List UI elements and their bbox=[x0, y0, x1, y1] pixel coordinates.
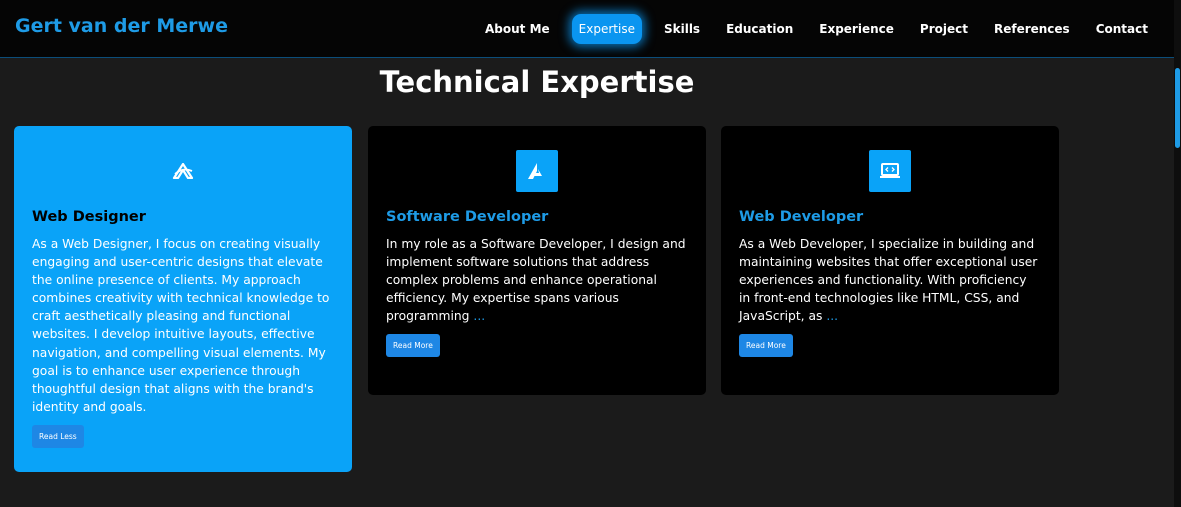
code-monitor-icon bbox=[869, 150, 911, 192]
card-ellipsis[interactable]: ... bbox=[473, 309, 485, 323]
nav-item-about-me[interactable]: About Me bbox=[475, 14, 560, 44]
nav-links: About Me Expertise Skills Education Expe… bbox=[475, 0, 1164, 57]
expertise-card-web-developer: Web Developer As a Web Developer, I spec… bbox=[721, 126, 1059, 395]
card-description: In my role as a Software Developer, I de… bbox=[386, 237, 686, 324]
read-more-button[interactable]: Read More bbox=[386, 334, 440, 358]
card-description: As a Web Designer, I focus on creating v… bbox=[32, 237, 330, 414]
nav-item-expertise[interactable]: Expertise bbox=[571, 13, 642, 44]
nav-item-skills[interactable]: Skills bbox=[654, 14, 710, 44]
web-designer-logo-icon bbox=[162, 150, 204, 192]
card-title: Web Developer bbox=[739, 209, 864, 225]
section-title: Technical Expertise bbox=[379, 65, 695, 99]
card-ellipsis[interactable]: ... bbox=[826, 309, 838, 323]
scrollbar-thumb[interactable] bbox=[1175, 68, 1180, 148]
expertise-card-software-developer: Software Developer In my role as a Softw… bbox=[368, 126, 706, 395]
card-title: Web Designer bbox=[32, 209, 146, 225]
nav-item-contact[interactable]: Contact bbox=[1086, 14, 1158, 44]
expertise-card-web-designer: Web Designer As a Web Designer, I focus … bbox=[14, 126, 352, 472]
nav-item-project[interactable]: Project bbox=[910, 14, 978, 44]
nav-item-references[interactable]: References bbox=[984, 14, 1080, 44]
page-scrollbar[interactable] bbox=[1174, 0, 1181, 507]
nav-item-experience[interactable]: Experience bbox=[809, 14, 904, 44]
software-developer-icon bbox=[516, 150, 558, 192]
card-title: Software Developer bbox=[386, 209, 549, 225]
brand-name[interactable]: Gert van der Merwe bbox=[15, 15, 228, 37]
nav-item-education[interactable]: Education bbox=[716, 14, 803, 44]
top-navbar: Gert van der Merwe About Me Expertise Sk… bbox=[0, 0, 1174, 58]
read-more-button[interactable]: Read More bbox=[739, 334, 793, 358]
card-description: As a Web Developer, I specialize in buil… bbox=[739, 237, 1038, 324]
read-less-button[interactable]: Read Less bbox=[32, 424, 84, 448]
